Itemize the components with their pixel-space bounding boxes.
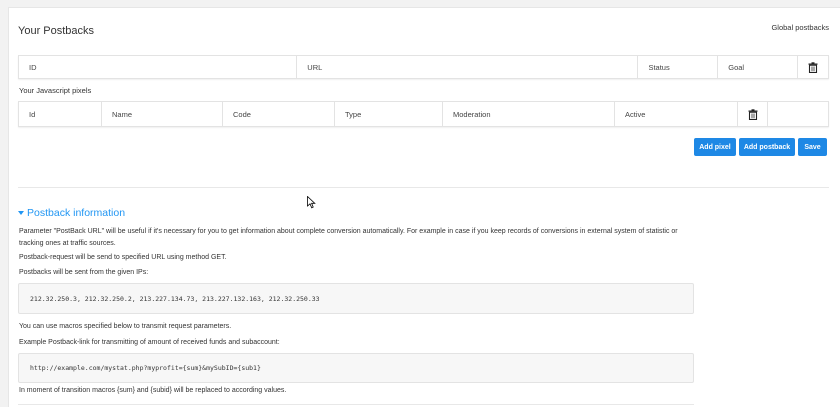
info-paragraph-6: In moment of transition macros {sum} and… [19,387,287,394]
trash-icon [748,108,757,120]
save-button[interactable]: Save [798,138,827,156]
postbacks-table-header: ID URL Status Goal [18,55,829,79]
column-name[interactable]: Name [102,102,223,126]
info-paragraph-5: Example Postback-link for transmitting o… [19,339,280,346]
column-status[interactable]: Status [638,56,719,78]
column-active[interactable]: Active [615,102,738,126]
caret-down-icon [18,211,24,215]
info-paragraph-1-line-2: tracking ones at traffic sources. [19,239,116,247]
info-paragraph-3: Postbacks will be sent from the given IP… [19,269,149,276]
postback-info-heading: Postback information [27,207,126,219]
info-paragraph-1: Parameter "PostBack URL" will be useful … [19,226,678,249]
pixels-table-header: Id Name Code Type Moderation Active [18,101,829,127]
global-postbacks-link[interactable]: Global postbacks [771,23,829,32]
column-url[interactable]: URL [297,56,639,78]
section-divider [18,187,829,188]
info-paragraph-4: You can use macros specified below to tr… [19,323,232,330]
postback-info-toggle[interactable]: Postback information [18,207,125,219]
delete-postbacks-button[interactable] [798,56,828,78]
column-moderation[interactable]: Moderation [443,102,615,126]
column-type[interactable]: Type [335,102,443,126]
add-pixel-button[interactable]: Add pixel [694,138,736,156]
ip-list-box: 212.32.250.3, 212.32.250.2, 213.227.134.… [18,283,694,314]
delete-pixels-button[interactable] [738,102,768,126]
page-title: Your Postbacks [18,25,95,37]
bottom-divider [18,404,694,405]
column-goal[interactable]: Goal [718,56,799,78]
column-id[interactable]: Id [19,102,102,126]
trash-icon [808,61,818,73]
pixels-heading: Your Javascript pixels [19,86,92,95]
column-code[interactable]: Code [223,102,335,126]
mouse-cursor-icon [307,196,316,209]
info-paragraph-1-line-1: Parameter "PostBack URL" will be useful … [19,228,678,235]
column-id[interactable]: ID [19,56,298,78]
pixels-header-filler [768,102,828,126]
add-postback-button[interactable]: Add postback [739,138,795,156]
example-link-box: http://example.com/mystat.php?myprofit={… [18,353,694,383]
info-paragraph-2: Postback-request will be send to specifi… [19,254,227,261]
